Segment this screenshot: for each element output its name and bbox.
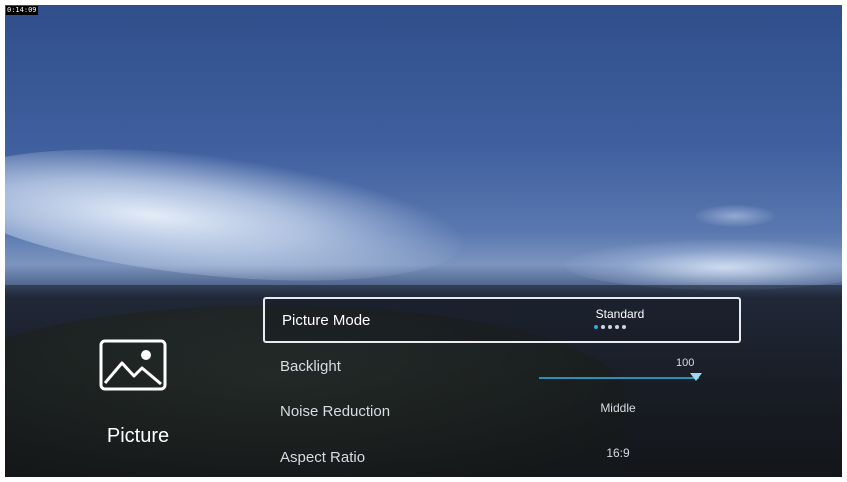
option-dot xyxy=(594,325,598,329)
menu-item-noise-reduction[interactable]: Noise Reduction Middle xyxy=(263,390,741,430)
noise-reduction-label: Noise Reduction xyxy=(280,403,391,420)
menu-item-aspect-ratio[interactable]: Aspect Ratio 16:9 xyxy=(263,435,741,475)
menu-item-backlight[interactable]: Backlight 100 xyxy=(263,345,741,385)
background-cloud xyxy=(5,128,470,302)
backlight-slider-handle[interactable] xyxy=(690,373,702,381)
aspect-ratio-value: 16:9 xyxy=(606,446,630,460)
backlight-label: Backlight xyxy=(280,358,341,375)
option-dot xyxy=(622,325,626,329)
backlight-value: 100 xyxy=(676,357,695,369)
tv-screen: 0:14:09 Picture Picture Mode Standard Ba… xyxy=(5,5,842,477)
background-cloud xyxy=(695,205,775,227)
background-cloud xyxy=(565,240,842,290)
picture-icon xyxy=(98,338,168,392)
picture-mode-indicator xyxy=(594,325,626,330)
picture-mode-value: Standard xyxy=(595,307,645,321)
option-dot xyxy=(608,325,612,329)
noise-reduction-value: Middle xyxy=(600,401,636,415)
timestamp: 0:14:09 xyxy=(6,6,38,15)
category-label: Picture xyxy=(106,425,170,447)
backlight-slider-track[interactable] xyxy=(539,377,699,379)
menu-item-picture-mode[interactable]: Picture Mode Standard xyxy=(263,297,741,343)
aspect-ratio-label: Aspect Ratio xyxy=(280,449,366,466)
option-dot xyxy=(601,325,605,329)
picture-mode-label: Picture Mode xyxy=(282,312,371,329)
option-dot xyxy=(615,325,619,329)
